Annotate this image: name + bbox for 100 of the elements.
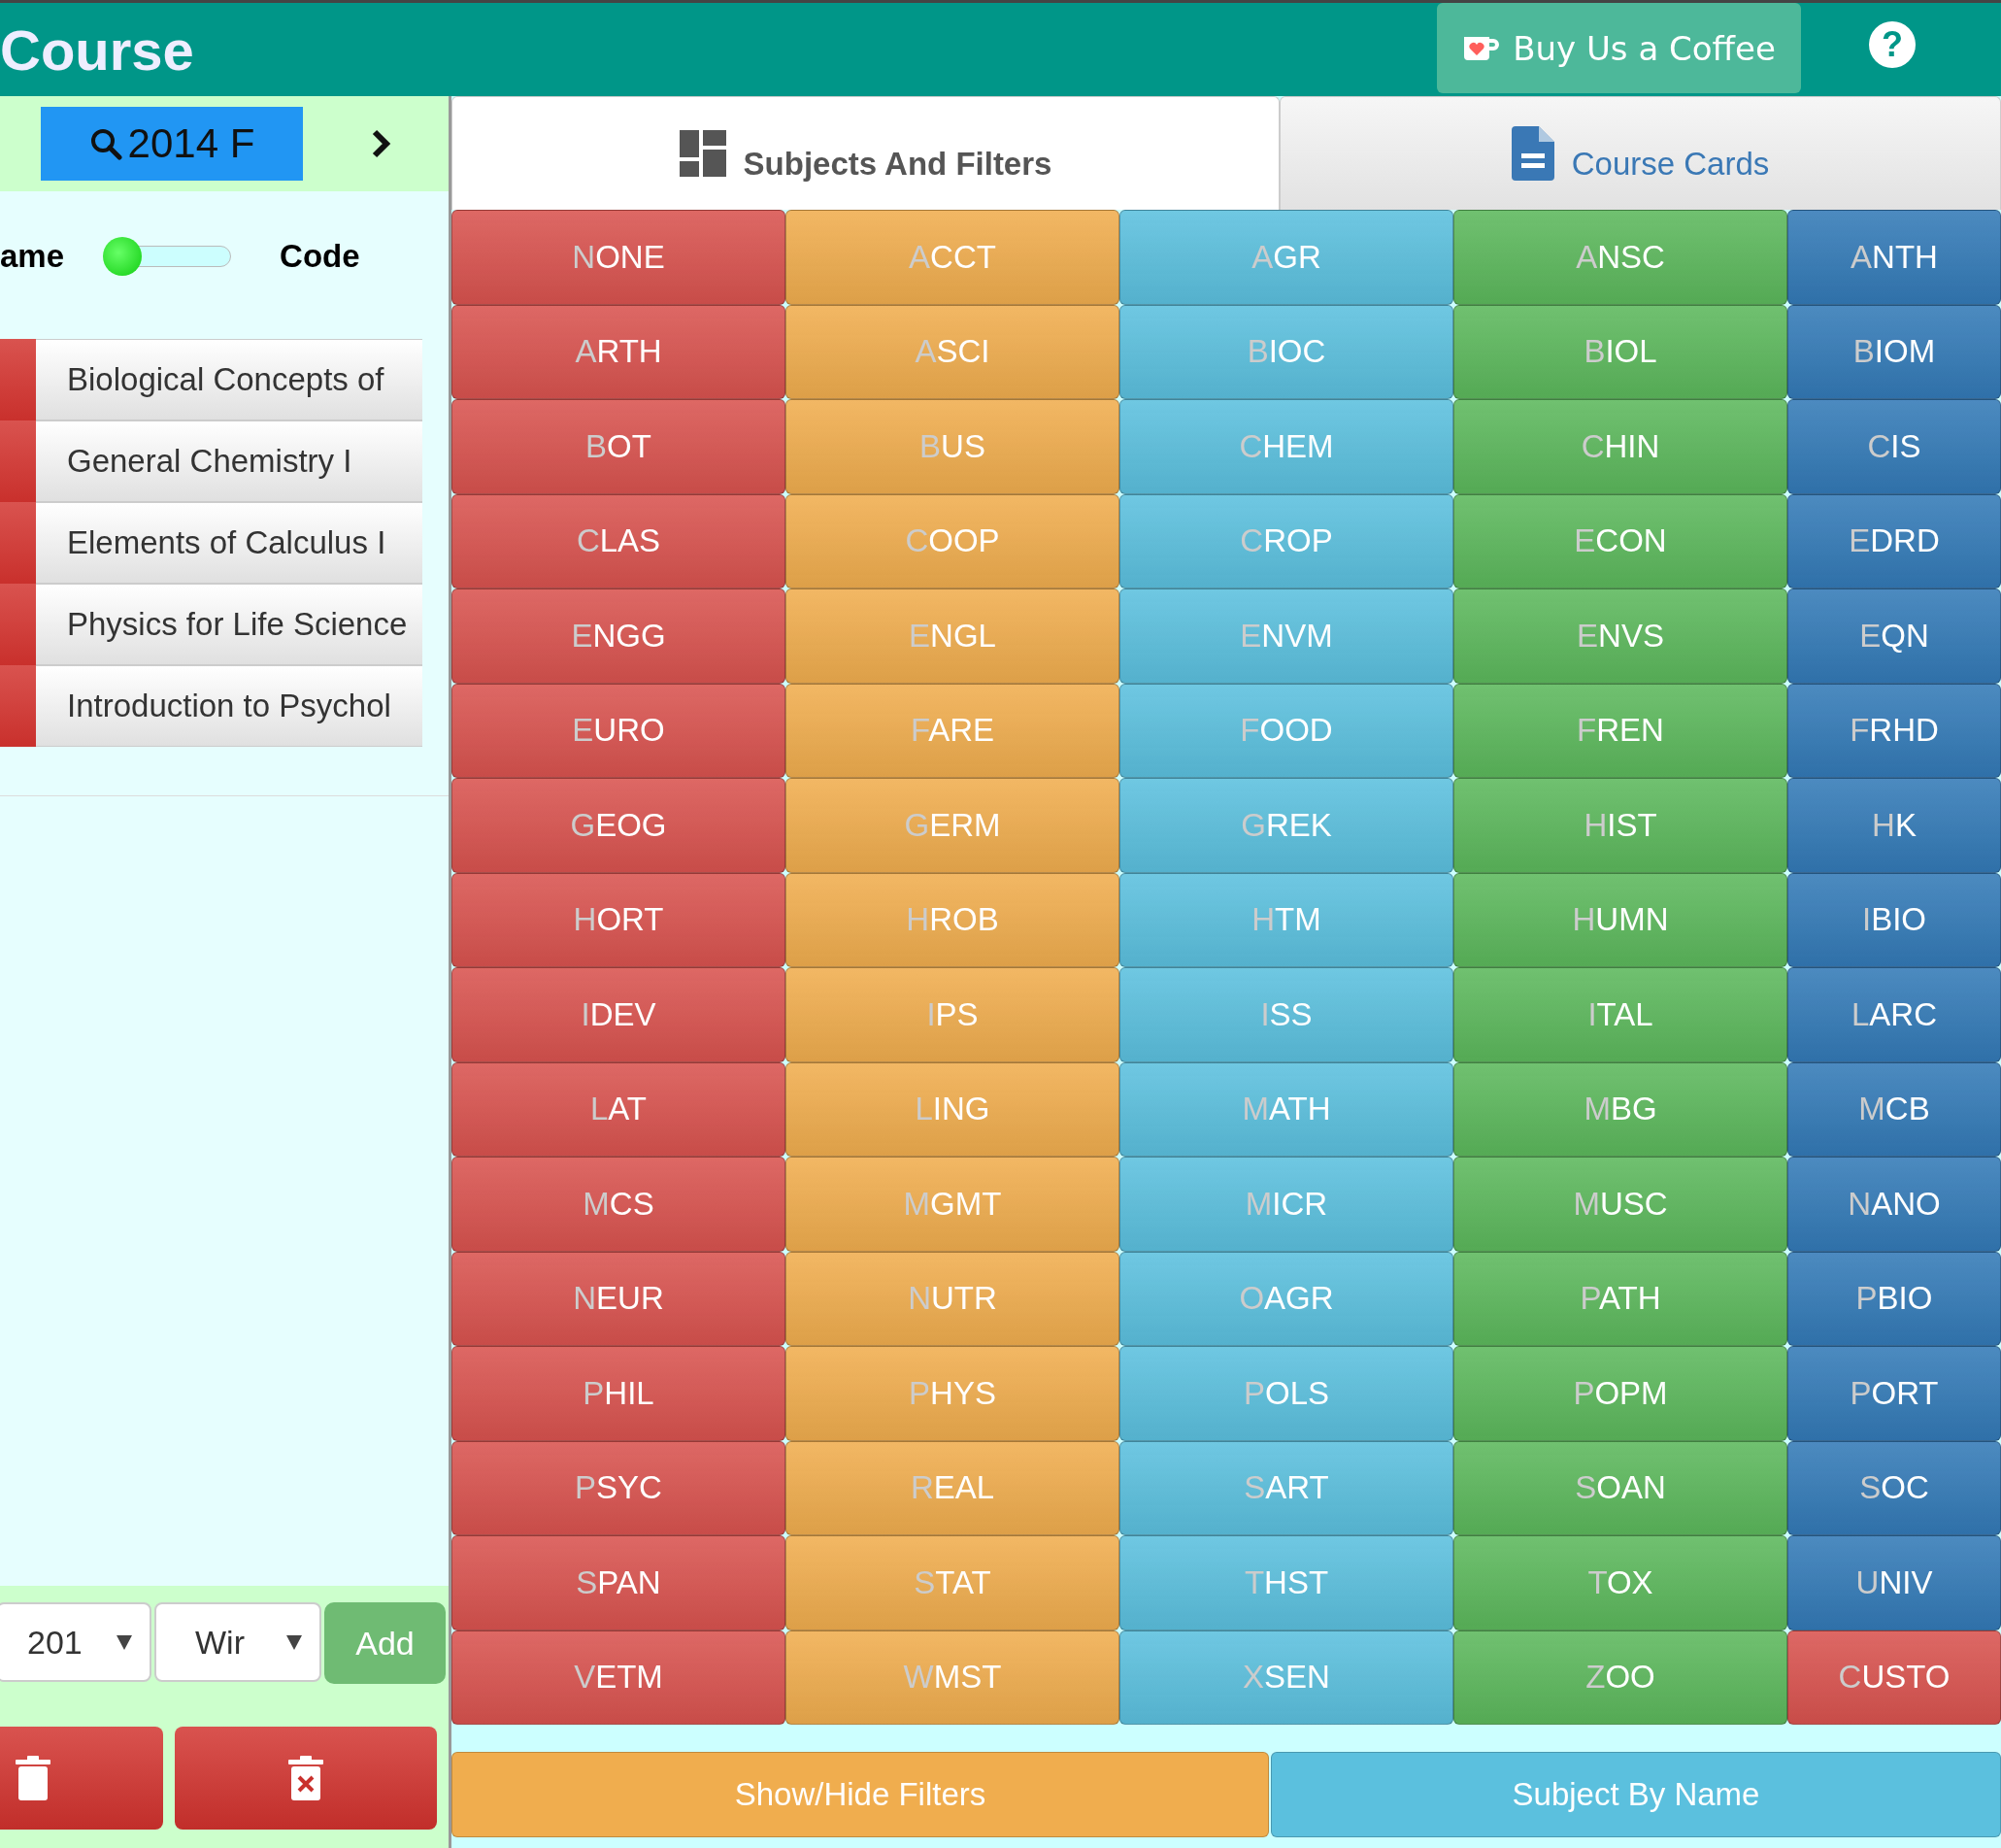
subject-button[interactable]: BIOM — [1787, 304, 2001, 399]
subject-button[interactable]: ANSC — [1453, 210, 1787, 305]
subject-button[interactable]: COOP — [785, 493, 1119, 588]
subject-button[interactable]: CROP — [1119, 493, 1453, 588]
subject-button[interactable]: NUTR — [785, 1251, 1119, 1346]
subject-button[interactable]: CIS — [1787, 399, 2001, 494]
subject-button[interactable]: PATH — [1453, 1251, 1787, 1346]
subject-button[interactable]: ZOO — [1453, 1630, 1787, 1725]
subject-button[interactable]: HROB — [785, 872, 1119, 967]
subject-button[interactable]: PHIL — [451, 1346, 785, 1441]
subject-button[interactable]: CUSTO — [1787, 1630, 2001, 1725]
subject-button[interactable]: PSYC — [451, 1440, 785, 1535]
subject-button[interactable]: LAT — [451, 1061, 785, 1157]
filter-button[interactable]: Show/Hide Filters — [451, 1752, 1269, 1837]
subject-button[interactable]: BOT — [451, 399, 785, 494]
subject-button[interactable]: FRHD — [1787, 683, 2001, 778]
remove-course-tab[interactable] — [0, 502, 36, 584]
subject-button[interactable]: EURO — [451, 683, 785, 778]
subject-button[interactable]: CLAS — [451, 493, 785, 588]
subject-button[interactable]: ITAL — [1453, 967, 1787, 1062]
subject-button[interactable]: ENVM — [1119, 588, 1453, 684]
subject-button[interactable]: LING — [785, 1061, 1119, 1157]
subject-button[interactable]: MICR — [1119, 1157, 1453, 1252]
course-item[interactable]: General Chemistry I — [36, 420, 422, 502]
subject-button[interactable]: NANO — [1787, 1157, 2001, 1252]
tab[interactable]: Subjects And Filters — [451, 96, 1280, 210]
subject-button[interactable]: EDRD — [1787, 493, 2001, 588]
course-item[interactable]: Physics for Life Science — [36, 584, 422, 665]
subject-button[interactable]: GEOG — [451, 778, 785, 873]
subject-button[interactable]: CHEM — [1119, 399, 1453, 494]
subject-button[interactable]: SOAN — [1453, 1440, 1787, 1535]
subject-button[interactable]: SPAN — [451, 1535, 785, 1630]
subject-button[interactable]: FREN — [1453, 683, 1787, 778]
subject-button[interactable]: STAT — [785, 1535, 1119, 1630]
subject-button[interactable]: IPS — [785, 967, 1119, 1062]
course-item[interactable]: Introduction to Psychol — [36, 665, 422, 747]
subject-button[interactable]: ECON — [1453, 493, 1787, 588]
subject-button[interactable]: EQN — [1787, 588, 2001, 684]
subject-button[interactable]: MUSC — [1453, 1157, 1787, 1252]
subject-button[interactable]: XSEN — [1119, 1630, 1453, 1725]
subject-button[interactable]: ISS — [1119, 967, 1453, 1062]
subject-button[interactable]: BUS — [785, 399, 1119, 494]
subject-button[interactable]: AGR — [1119, 210, 1453, 305]
subject-button[interactable]: PHYS — [785, 1346, 1119, 1441]
remove-course-tab[interactable] — [0, 665, 36, 747]
subject-button[interactable]: MATH — [1119, 1061, 1453, 1157]
subject-button[interactable]: TOX — [1453, 1535, 1787, 1630]
subject-button[interactable]: MCB — [1787, 1061, 2001, 1157]
subject-button[interactable]: BIOC — [1119, 304, 1453, 399]
subject-button[interactable]: HIST — [1453, 778, 1787, 873]
subject-button[interactable]: LARC — [1787, 967, 2001, 1062]
tab[interactable]: Course Cards — [1280, 96, 2001, 210]
chevron-right-icon[interactable] — [371, 128, 392, 159]
subject-button[interactable]: WMST — [785, 1630, 1119, 1725]
remove-course-tab[interactable] — [0, 339, 36, 420]
subject-button[interactable]: HTM — [1119, 872, 1453, 967]
subject-button[interactable]: ANTH — [1787, 210, 2001, 305]
subject-button[interactable]: FOOD — [1119, 683, 1453, 778]
subject-button[interactable]: ARTH — [451, 304, 785, 399]
subject-button[interactable]: MGMT — [785, 1157, 1119, 1252]
subject-button[interactable]: MBG — [1453, 1061, 1787, 1157]
subject-button[interactable]: NONE — [451, 210, 785, 305]
subject-button[interactable]: THST — [1119, 1535, 1453, 1630]
subject-button[interactable]: HUMN — [1453, 872, 1787, 967]
course-item[interactable]: Biological Concepts of — [36, 339, 422, 420]
subject-button[interactable]: POPM — [1453, 1346, 1787, 1441]
subject-button[interactable]: ASCI — [785, 304, 1119, 399]
subject-button[interactable]: IBIO — [1787, 872, 2001, 967]
subject-button[interactable]: OAGR — [1119, 1251, 1453, 1346]
subject-button[interactable]: POLS — [1119, 1346, 1453, 1441]
year-select[interactable]: 201 — [0, 1602, 151, 1682]
delete-button[interactable] — [0, 1727, 163, 1830]
subject-button[interactable]: GERM — [785, 778, 1119, 873]
subject-button[interactable]: SART — [1119, 1440, 1453, 1535]
subject-button[interactable]: VETM — [451, 1630, 785, 1725]
subject-button[interactable]: PBIO — [1787, 1251, 2001, 1346]
subject-button[interactable]: HORT — [451, 872, 785, 967]
subject-button[interactable]: REAL — [785, 1440, 1119, 1535]
course-item[interactable]: Elements of Calculus I — [36, 502, 422, 584]
filter-button[interactable]: Subject By Name — [1271, 1752, 2001, 1837]
subject-button[interactable]: BIOL — [1453, 304, 1787, 399]
subject-button[interactable]: HK — [1787, 778, 2001, 873]
coffee-button[interactable]: Buy Us a Coffee — [1437, 3, 1801, 93]
term-select[interactable]: Wir — [154, 1602, 321, 1682]
remove-course-tab[interactable] — [0, 420, 36, 502]
help-button[interactable]: ? — [1869, 21, 1916, 68]
term-search-button[interactable]: 2014 F — [41, 107, 303, 181]
subject-button[interactable]: NEUR — [451, 1251, 785, 1346]
subject-button[interactable]: FARE — [785, 683, 1119, 778]
subject-button[interactable]: ACCT — [785, 210, 1119, 305]
add-button[interactable]: Add — [324, 1602, 446, 1684]
subject-button[interactable]: ENVS — [1453, 588, 1787, 684]
subject-button[interactable]: IDEV — [451, 967, 785, 1062]
subject-button[interactable]: MCS — [451, 1157, 785, 1252]
remove-course-tab[interactable] — [0, 584, 36, 665]
subject-button[interactable]: SOC — [1787, 1440, 2001, 1535]
subject-button[interactable]: GREK — [1119, 778, 1453, 873]
subject-button[interactable]: ENGL — [785, 588, 1119, 684]
subject-button[interactable]: ENGG — [451, 588, 785, 684]
clear-all-button[interactable] — [175, 1727, 437, 1830]
